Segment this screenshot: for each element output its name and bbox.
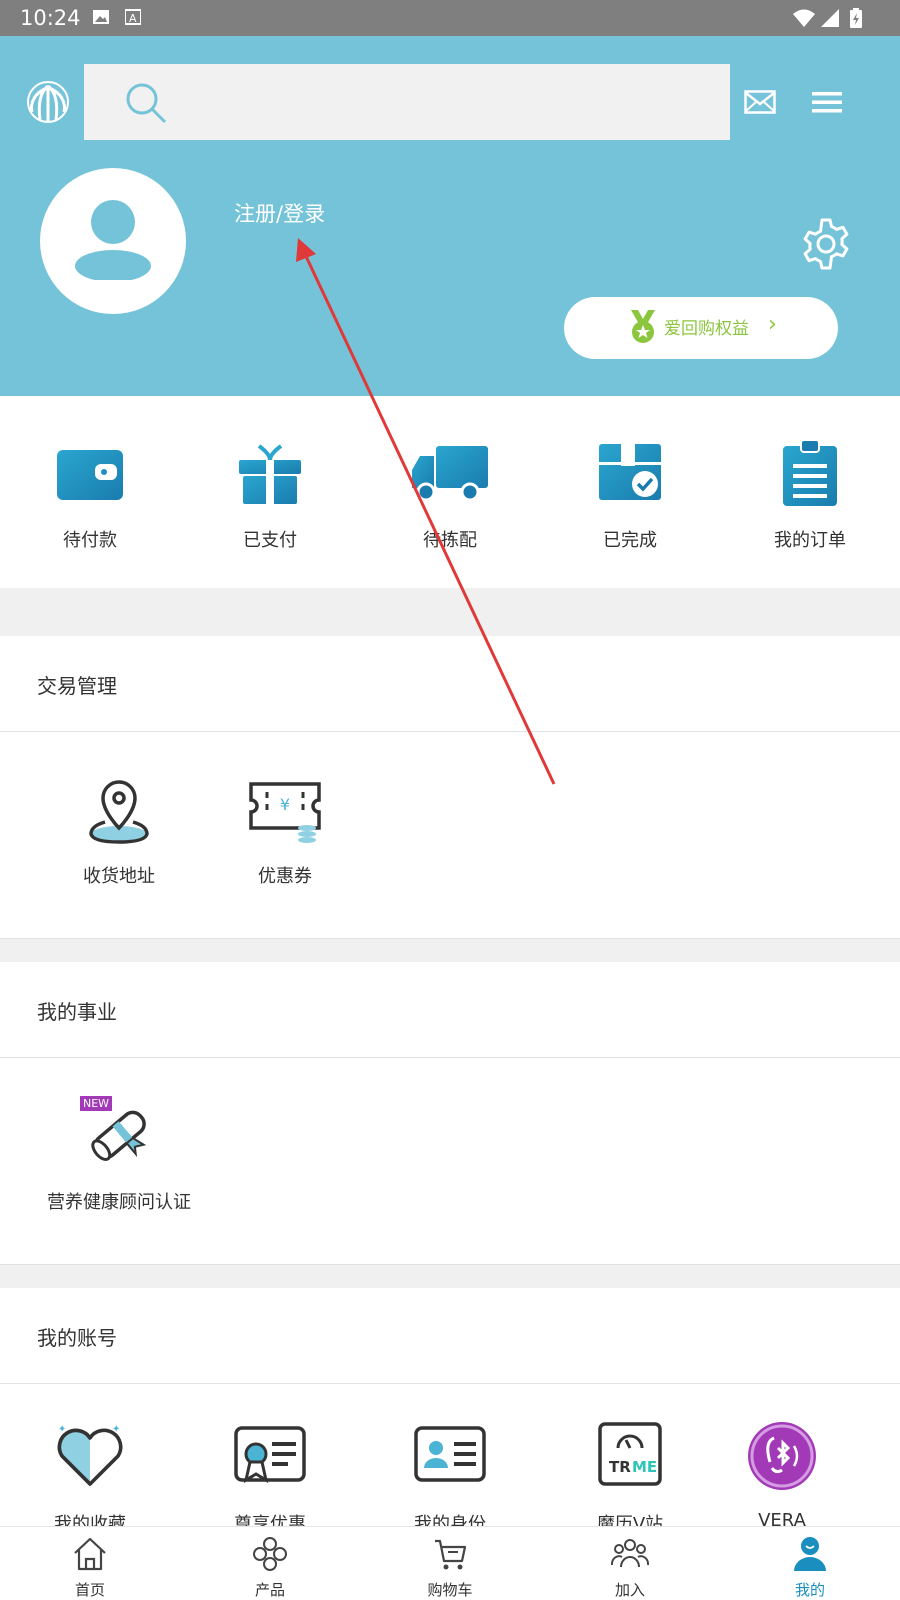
battery-icon	[850, 8, 862, 28]
order-label: 已支付	[243, 530, 297, 551]
a-notification-icon: A	[125, 9, 141, 25]
profile-icon	[794, 1537, 826, 1571]
vera-icon	[748, 1422, 816, 1490]
section-divider	[0, 1264, 900, 1288]
nav-home[interactable]: 首页	[0, 1527, 180, 1600]
menu-icon[interactable]	[812, 90, 842, 114]
order-label: 我的订单	[774, 530, 846, 551]
image-notification-icon	[93, 10, 109, 24]
search-input[interactable]	[84, 64, 730, 140]
order-completed[interactable]: 已完成	[540, 396, 720, 588]
nutrition-consultant-cert-item[interactable]: 营养健康顾问认证	[29, 1104, 209, 1214]
item-label: 营养健康顾问认证	[47, 1192, 191, 1213]
settings-gear-icon[interactable]	[798, 216, 854, 272]
order-label: 待付款	[63, 530, 117, 551]
item-label: 我的身份	[414, 1514, 486, 1526]
shipping-address-item[interactable]: 收货地址	[29, 778, 209, 888]
favorites-item[interactable]: ✦ ✦ 我的收藏	[0, 1422, 180, 1526]
coupon-item[interactable]: ¥ 优惠券	[195, 778, 375, 888]
gift-icon	[239, 444, 301, 504]
section-title: 我的事业	[37, 1000, 117, 1024]
chevron-right-icon: ›	[768, 312, 777, 337]
location-pin-icon	[89, 780, 149, 844]
bottom-navigation: 首页 产品 购物车 加入 我的	[0, 1526, 900, 1600]
section-divider	[0, 588, 900, 636]
certificate-icon	[91, 1110, 147, 1161]
nav-me[interactable]: 我的	[720, 1527, 900, 1600]
brand-logo-icon	[27, 81, 69, 123]
cart-icon	[435, 1539, 467, 1570]
join-icon	[611, 1539, 649, 1568]
login-register-link[interactable]: 注册/登录	[234, 198, 325, 228]
order-paid[interactable]: 已支付	[180, 396, 360, 588]
id-card-icon	[414, 1426, 486, 1482]
vip-card-icon	[234, 1426, 306, 1484]
box-check-icon	[599, 444, 661, 500]
item-label: 优惠券	[258, 866, 312, 887]
home-icon	[74, 1537, 106, 1571]
section-title: 交易管理	[37, 674, 117, 698]
item-label: 尊享优惠	[234, 1514, 306, 1526]
trme-icon: TR ME	[598, 1422, 662, 1486]
heart-icon: ✦ ✦	[57, 1424, 123, 1486]
repurchase-benefits-button[interactable]: 爱回购权益 ›	[564, 297, 838, 359]
order-label: 待拣配	[423, 530, 477, 551]
section-header-account: 我的账号	[0, 1288, 900, 1384]
medal-icon	[631, 310, 655, 343]
nav-join[interactable]: 加入	[540, 1527, 720, 1600]
nav-products[interactable]: 产品	[180, 1527, 360, 1600]
mail-icon[interactable]	[744, 90, 776, 114]
section-title: 我的账号	[37, 1326, 117, 1350]
section-divider	[0, 938, 900, 962]
my-orders[interactable]: 我的订单	[720, 396, 900, 588]
user-avatar-icon	[75, 200, 151, 280]
order-pending-payment[interactable]: 待付款	[0, 396, 180, 588]
signal-icon	[821, 9, 839, 27]
search-icon	[126, 83, 167, 124]
nav-label: 加入	[614, 1581, 645, 1599]
wallet-icon	[57, 450, 123, 500]
order-status-row: 待付款 已支付 待拣配 已完成 我的订单	[0, 396, 900, 588]
wifi-icon	[793, 9, 815, 27]
nav-label: 购物车	[427, 1581, 473, 1599]
item-label: 收货地址	[83, 866, 155, 887]
svg-text:✦: ✦	[58, 1424, 66, 1435]
clipboard-icon	[783, 440, 837, 506]
status-bar: 10:24 A	[0, 0, 900, 36]
benefit-label: 爱回购权益	[664, 319, 749, 339]
item-label: VERA	[758, 1510, 806, 1526]
nav-label: 产品	[254, 1581, 285, 1599]
product-icon	[253, 1537, 287, 1571]
profile-header: 注册/登录 爱回购权益 ›	[0, 36, 900, 396]
order-label: 已完成	[603, 530, 657, 551]
vip-offers-item[interactable]: 尊享优惠	[180, 1422, 360, 1526]
avatar[interactable]	[40, 168, 186, 314]
section-header-career: 我的事业	[0, 962, 900, 1058]
section-header-trade: 交易管理	[0, 636, 900, 732]
truck-icon	[412, 446, 488, 502]
nav-label: 首页	[74, 1581, 105, 1599]
coupon-icon: ¥	[249, 782, 321, 843]
item-label: 我的收藏	[54, 1514, 126, 1526]
status-time: 10:24	[20, 6, 81, 30]
svg-text:¥: ¥	[280, 795, 290, 814]
vera-item[interactable]: VERA	[692, 1422, 872, 1526]
nav-cart[interactable]: 购物车	[360, 1527, 540, 1600]
svg-text:A: A	[129, 12, 137, 25]
svg-text:✦: ✦	[112, 1424, 120, 1435]
order-picking[interactable]: 待拣配	[360, 396, 540, 588]
my-identity-item[interactable]: 我的身份	[360, 1422, 540, 1526]
svg-text:ME: ME	[632, 1458, 657, 1476]
svg-text:TR: TR	[609, 1458, 631, 1476]
nav-label: 我的	[794, 1581, 825, 1599]
